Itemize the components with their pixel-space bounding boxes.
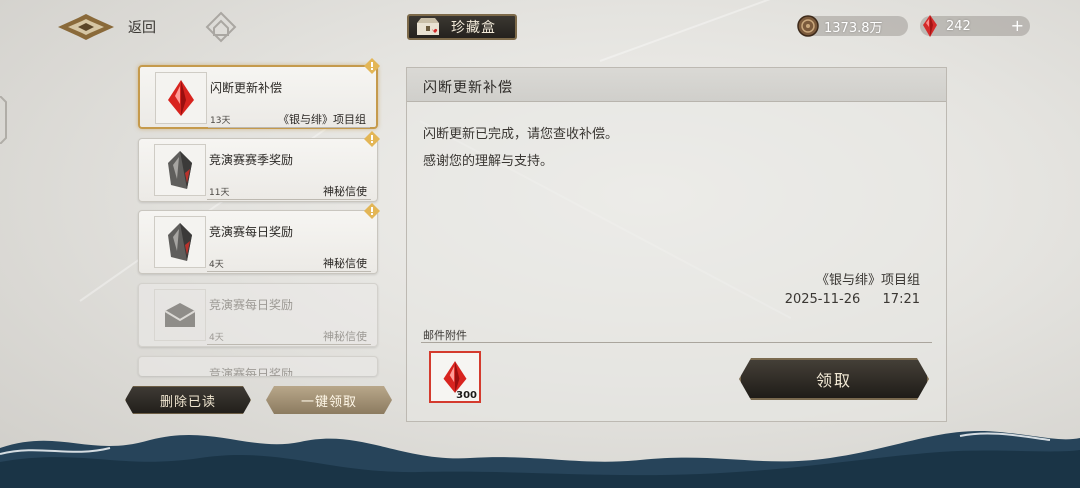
- coin-balance: 1373.8万: [797, 15, 908, 37]
- mail-item[interactable]: 竞演赛每日奖励: [138, 356, 378, 376]
- divider: [421, 342, 932, 343]
- new-mail-badge-icon: [364, 58, 380, 74]
- mail-item[interactable]: 竞演赛每日奖励 4天 神秘信使: [138, 283, 378, 347]
- mail-item[interactable]: 闪断更新补偿 13天 《银与绯》项目组: [138, 65, 378, 129]
- red-crystal-icon: [168, 80, 194, 116]
- mail-days: 4天: [209, 260, 224, 270]
- mail-sender: 神秘信使: [323, 330, 367, 343]
- mail-signature: 《银与绯》项目组: [815, 273, 920, 288]
- coin-value: 1373.8万: [824, 20, 883, 36]
- new-mail-badge-icon: [364, 203, 380, 219]
- back-emblem-icon[interactable]: [56, 12, 116, 42]
- panel-header: 闪断更新补偿: [407, 68, 946, 102]
- home-icon[interactable]: [205, 11, 237, 43]
- crystal-balance: 242 +: [920, 15, 1030, 37]
- back-button[interactable]: 返回: [128, 17, 156, 37]
- new-mail-badge-icon: [364, 131, 380, 147]
- mail-thumb: [154, 144, 206, 196]
- mail-thumb: [154, 216, 206, 268]
- mail-item[interactable]: 竞演赛赛季奖励 11天 神秘信使: [138, 138, 378, 202]
- mail-subject: 竞演赛每日奖励: [209, 298, 294, 312]
- mail-screen: 返回 珍藏盒 1373.8万 242 + 闪断更新补偿 13天 《银与绯》项目组…: [0, 0, 1080, 488]
- mail-subject: 竞演赛赛季奖励: [209, 153, 294, 167]
- ink-wave-decoration: [0, 430, 1080, 488]
- coin-icon: [797, 15, 819, 37]
- delete-read-button[interactable]: 删除已读: [125, 386, 251, 414]
- mail-sender: 神秘信使: [323, 185, 367, 198]
- divider: [207, 271, 371, 272]
- red-crystal-icon: [923, 15, 937, 37]
- gray-crystal-icon: [168, 223, 192, 261]
- crystal-value: 242: [946, 18, 971, 34]
- mail-thumb: [154, 289, 206, 341]
- mail-body-line: 闪断更新已完成，请您查收补偿。: [423, 127, 619, 142]
- mail-thumb: [155, 72, 207, 124]
- mail-body-line: 感谢您的理解与支持。: [423, 154, 554, 169]
- mail-sender: 《银与绯》项目组: [278, 113, 366, 126]
- divider: [207, 344, 371, 345]
- divider: [208, 127, 370, 128]
- mail-subject: 竞演赛每日奖励: [209, 225, 294, 239]
- mail-time: 17:21: [882, 292, 920, 307]
- screen-title-plate: 珍藏盒: [407, 14, 517, 40]
- divider: [207, 199, 371, 200]
- mail-days: 11天: [209, 188, 230, 198]
- mail-subject: 竞演赛每日奖励: [209, 367, 294, 376]
- claim-button[interactable]: 领取: [739, 358, 929, 400]
- mail-datetime: 2025-11-26 17:21: [785, 292, 920, 307]
- attachment-count: 300: [456, 390, 477, 401]
- side-tab-icon[interactable]: [0, 96, 10, 144]
- claim-all-button[interactable]: 一键领取: [266, 386, 392, 414]
- mail-sender: 神秘信使: [323, 257, 367, 270]
- mail-date: 2025-11-26: [784, 292, 861, 307]
- mail-days: 13天: [210, 116, 231, 126]
- mail-item[interactable]: 竞演赛每日奖励 4天 神秘信使: [138, 210, 378, 274]
- attachments-label: 邮件附件: [423, 329, 467, 342]
- envelope-icon: [164, 303, 196, 327]
- mail-days: 4天: [209, 333, 224, 343]
- treasure-chest-icon: [417, 18, 439, 35]
- mail-detail-panel: 闪断更新补偿 闪断更新已完成，请您查收补偿。 感谢您的理解与支持。 《银与绯》项…: [406, 67, 947, 422]
- add-crystal-button[interactable]: +: [1011, 16, 1024, 36]
- mail-detail-title: 闪断更新补偿: [423, 80, 513, 96]
- mail-subject: 闪断更新补偿: [210, 81, 283, 95]
- attachment-item[interactable]: 300: [429, 351, 481, 403]
- screen-title: 珍藏盒: [451, 20, 496, 36]
- gray-crystal-icon: [168, 151, 192, 189]
